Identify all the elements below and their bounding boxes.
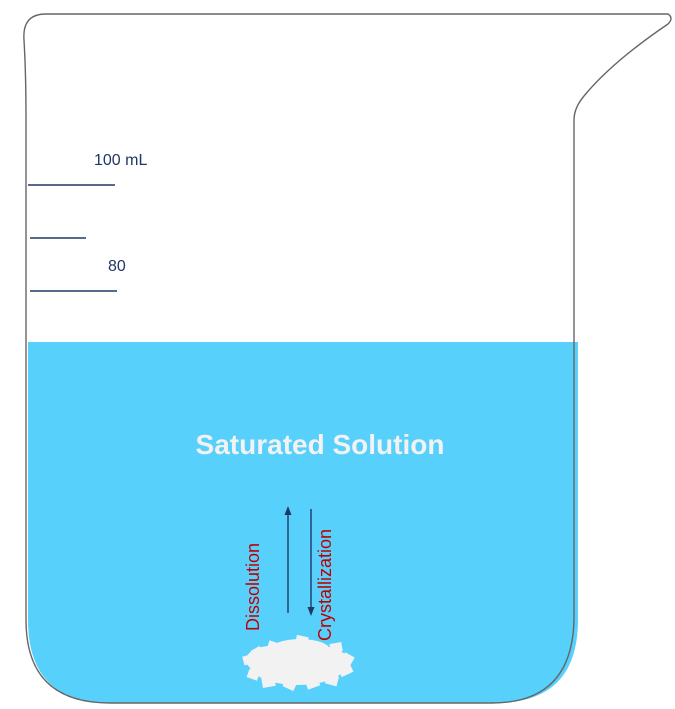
crystallization-label: Crystallization (315, 529, 335, 641)
graduation-label-80: 80 (108, 258, 126, 275)
beaker-diagram: 100 mL 80 Saturated Solution Dissolution… (0, 0, 675, 704)
dissolution-label: Dissolution (243, 543, 263, 631)
graduation-label-100: 100 mL (94, 152, 147, 169)
solution-label: Saturated Solution (196, 429, 445, 460)
